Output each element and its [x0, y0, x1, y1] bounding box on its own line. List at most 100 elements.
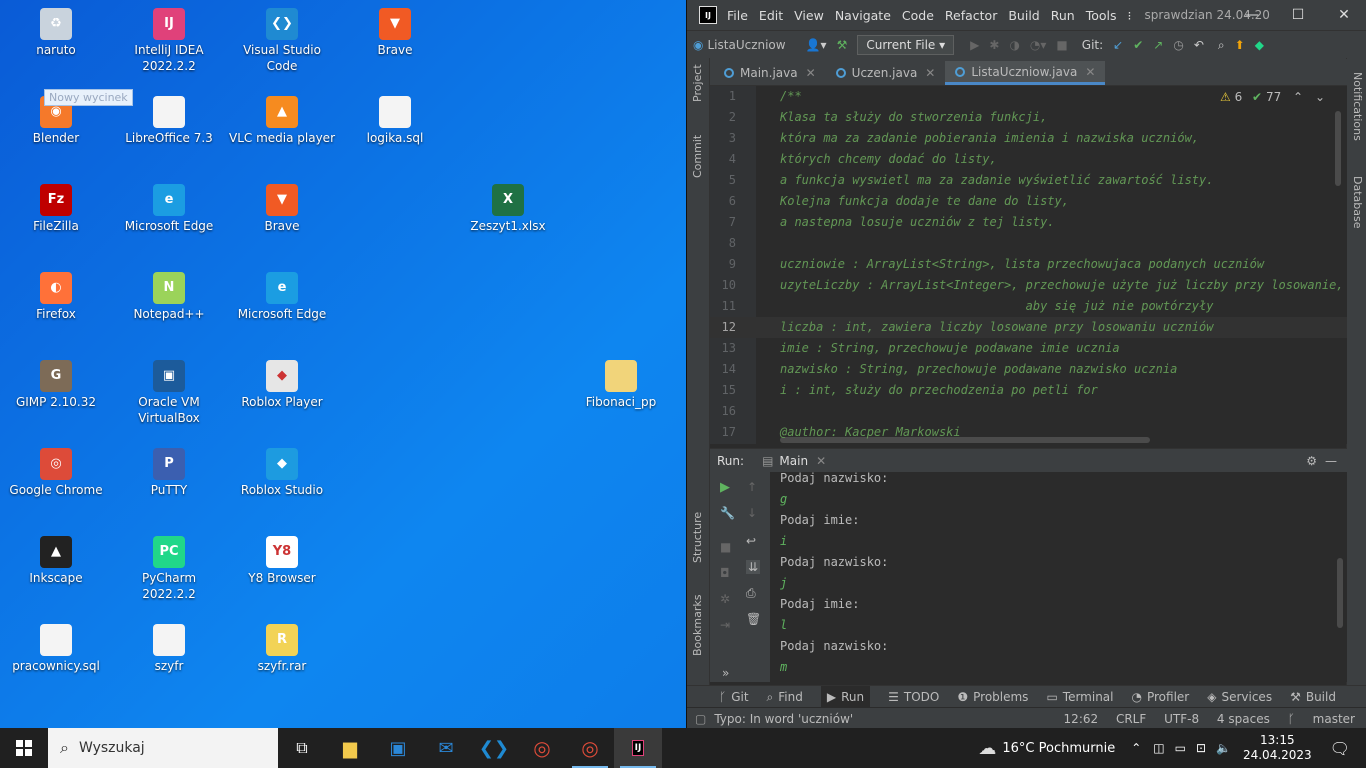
line-separator[interactable]: CRLF [1116, 712, 1146, 726]
code-line[interactable]: 3 która ma za zadanie pobierania imienia … [710, 128, 1347, 149]
rerun-icon[interactable]: ▶ [720, 480, 730, 495]
minimize-button[interactable]: — [1229, 0, 1275, 30]
editor-tab[interactable]: Main.java ✕ [714, 61, 826, 85]
tool-tab[interactable]: ▶ Run [820, 686, 871, 708]
trash-icon[interactable]: 🗑 [746, 612, 761, 626]
desktop-icon[interactable]: ♻ naruto [3, 8, 109, 58]
desktop-icon[interactable]: logika.sql [342, 96, 448, 146]
code-line[interactable]: 9 uczniowie : ArrayList<String>, lista pr… [710, 254, 1347, 275]
editor-tab[interactable]: ListaUczniow.java ✕ [945, 60, 1106, 85]
menu-item[interactable]: Refactor [945, 8, 997, 23]
print-icon[interactable]: ⎙ [746, 586, 756, 601]
wrench-icon[interactable]: 🔧 [720, 506, 735, 520]
weather[interactable]: 16°C Pochmurnie [1002, 741, 1115, 756]
network-icon[interactable]: ⊡ [1196, 741, 1206, 755]
close-button[interactable]: ✕ [1321, 0, 1366, 30]
code-line[interactable]: 2 Klasa ta służy do stworzenia funkcji, [710, 107, 1347, 128]
search-icon[interactable]: ⌕ [1218, 38, 1225, 53]
more-icon[interactable]: » [722, 666, 729, 680]
git-commit-icon[interactable]: ✔ [1133, 38, 1143, 52]
git-branch[interactable]: ᚴ master [1288, 712, 1355, 726]
desktop-icon[interactable]: ◆ Roblox Studio [229, 448, 335, 498]
run-console[interactable]: Podaj nazwisko: g Podaj imie: i Podaj nazwis… [770, 472, 1347, 682]
hide-icon[interactable]: — [1325, 454, 1337, 468]
scroll-end-icon[interactable]: ⇊ [746, 560, 761, 574]
tool-tab[interactable]: ◔ Profiler [1132, 690, 1190, 704]
desktop-icon[interactable]: ◆ Roblox Player [229, 360, 335, 410]
code-line[interactable]: 4 których chcemy dodać do listy, [710, 149, 1347, 170]
tool-notifications[interactable]: Notifications [1351, 72, 1364, 141]
taskbar-store[interactable]: ▣ [374, 728, 422, 768]
gear-icon[interactable]: ⚙ [1306, 454, 1317, 468]
desktop-icon[interactable]: Fibonaci_pp [568, 360, 674, 410]
notification-icon[interactable]: 🗨 [1330, 739, 1350, 758]
menu-item[interactable]: Code [902, 8, 934, 23]
editor-tab[interactable]: Uczen.java ✕ [826, 61, 946, 85]
code-line[interactable]: 11 aby się już nie powtórzyły [710, 296, 1347, 317]
close-icon[interactable]: ✕ [925, 61, 935, 85]
task-view-button[interactable]: ⧉ [278, 728, 326, 768]
desktop-icon[interactable]: X Zeszyt1.xlsx [455, 184, 561, 234]
tool-bookmarks[interactable]: Bookmarks [691, 595, 704, 656]
battery-icon[interactable]: ▭ [1175, 741, 1186, 755]
chevron-up-icon[interactable]: ⌃ [1131, 741, 1141, 755]
desktop-icon[interactable]: ▼ Brave [229, 184, 335, 234]
code-line[interactable]: 13 imie : String, przechowuje podawane im… [710, 338, 1347, 359]
breadcrumb[interactable]: ListaUczniow [707, 38, 785, 52]
start-button[interactable] [0, 728, 48, 768]
git-update-icon[interactable]: ↙ [1113, 38, 1123, 52]
rollback-icon[interactable]: ↶ [1194, 38, 1204, 52]
taskbar-chrome-2[interactable]: ◎ [566, 728, 614, 768]
maximize-button[interactable]: ☐ [1275, 0, 1321, 30]
profile-icon[interactable]: ◔▾ [1030, 38, 1047, 52]
close-icon[interactable]: ✕ [816, 454, 826, 468]
tool-tab[interactable]: ◈ Services [1207, 690, 1272, 704]
code-line[interactable]: 14 nazwisko : String, przechowuje podawan… [710, 359, 1347, 380]
code-line[interactable]: 15 i : int, służy do przechodzenia po pet… [710, 380, 1347, 401]
user-icon[interactable]: 👤▾ [806, 38, 827, 52]
menu-item[interactable]: Navigate [835, 8, 891, 23]
desktop-icon[interactable]: Y8 Y8 Browser [229, 536, 335, 586]
down-icon[interactable]: ↓ [747, 506, 757, 520]
code-line[interactable]: 12 liczba : int, zawiera liczby losowane … [710, 317, 1347, 338]
tool-commit[interactable]: Commit [691, 135, 704, 178]
code-line[interactable]: 16 [710, 401, 1347, 422]
desktop-icon[interactable]: N Notepad++ [116, 272, 222, 322]
soft-wrap-icon[interactable]: ↩ [746, 534, 756, 548]
run-tab-main[interactable]: ▤ Main ✕ [762, 454, 826, 468]
desktop-icon[interactable]: ▣ Oracle VM VirtualBox [116, 360, 222, 426]
settings-icon[interactable]: ✲ [720, 592, 730, 606]
tool-tab[interactable]: ❶ Problems [957, 690, 1028, 704]
close-icon[interactable]: ✕ [806, 61, 816, 85]
coverage-icon[interactable]: ◑ [1009, 38, 1019, 52]
close-icon[interactable]: ✕ [1085, 60, 1095, 84]
tool-tab[interactable]: ᚴ Git [719, 690, 749, 704]
indent-setting[interactable]: 4 spaces [1217, 712, 1270, 726]
console-scrollbar[interactable] [1337, 558, 1343, 628]
desktop-icon[interactable]: ❮❯ Visual Studio Code [229, 8, 335, 74]
desktop-icon[interactable]: ▼ Brave [342, 8, 448, 58]
tool-structure[interactable]: Structure [691, 512, 704, 563]
stop-run-icon[interactable]: ■ [720, 540, 731, 554]
tool-database[interactable]: Database [1351, 176, 1364, 229]
tool-tab[interactable]: ⚒ Build [1290, 690, 1336, 704]
code-line[interactable]: 1 /** [710, 86, 1347, 107]
desktop-icon[interactable]: PC PyCharm 2022.2.2 [116, 536, 222, 602]
code-line[interactable]: 7 a nastepna losuje uczniów z tej listy. [710, 212, 1347, 233]
caret-position[interactable]: 12:62 [1064, 712, 1099, 726]
up-icon[interactable]: ↑ [747, 480, 757, 494]
desktop-icon[interactable]: e Microsoft Edge [229, 272, 335, 322]
taskbar-explorer[interactable]: ▆ [326, 728, 374, 768]
tool-tab[interactable]: ⌕ Find [767, 690, 803, 705]
taskbar-mail[interactable]: ✉ [422, 728, 470, 768]
taskbar-intellij[interactable]: IJ [614, 728, 662, 768]
desktop-icon[interactable]: pracownicy.sql [3, 624, 109, 674]
desktop-icon[interactable]: P PuTTY [116, 448, 222, 498]
volume-icon[interactable]: 🔈 [1216, 741, 1231, 755]
code-line[interactable]: 10 uzyteLiczby : ArrayList<Integer>, prze… [710, 275, 1347, 296]
menu-item[interactable]: ⁝ [1128, 8, 1132, 23]
desktop-icon[interactable]: ▲ Inkscape [3, 536, 109, 586]
run-icon[interactable]: ▶ [970, 38, 979, 52]
tool-tab[interactable]: ▭ Terminal [1046, 690, 1113, 704]
desktop-icon[interactable]: G GIMP 2.10.32 [3, 360, 109, 410]
